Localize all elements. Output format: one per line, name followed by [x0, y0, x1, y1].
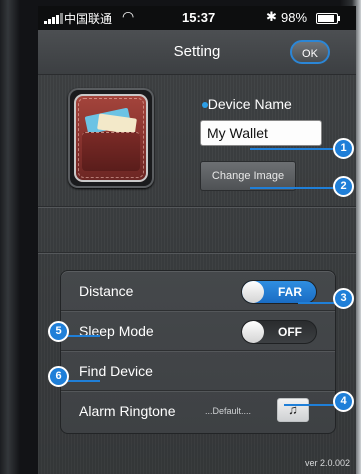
sleep-mode-value: OFF	[278, 325, 302, 339]
callout-badge-3: 3	[333, 288, 354, 309]
device-name-field[interactable]	[200, 120, 322, 146]
find-device-row[interactable]: Find Device	[61, 351, 335, 391]
find-device-label: Find Device	[79, 363, 153, 379]
device-name-label: Device Name	[207, 96, 292, 112]
section-divider	[38, 206, 356, 207]
battery-percent: 98%	[281, 10, 308, 25]
app-screen: 中国联通 ◠ 15:37 ✱ 98% Setting OK Device Nam…	[38, 6, 356, 474]
bluetooth-icon: ✱	[266, 9, 277, 24]
wallet-icon	[74, 94, 148, 182]
battery-icon	[316, 13, 340, 24]
distance-row: Distance FAR	[61, 271, 335, 311]
settings-panel: Distance FAR Sleep Mode OFF Find Device	[60, 270, 336, 434]
sleep-mode-row: Sleep Mode OFF	[61, 311, 335, 351]
distance-toggle[interactable]: FAR	[241, 280, 317, 304]
callout-line-4	[284, 404, 340, 406]
callout-badge-1: 1	[333, 138, 354, 159]
nav-bar: Setting OK	[38, 30, 356, 75]
toggle-knob	[242, 321, 264, 343]
ringtone-value: ...Default....	[205, 406, 252, 416]
sleep-mode-toggle[interactable]: OFF	[241, 320, 317, 344]
status-bar: 中国联通 ◠ 15:37 ✱ 98%	[38, 6, 356, 30]
status-time: 15:37	[182, 10, 216, 25]
phone-frame: 中国联通 ◠ 15:37 ✱ 98% Setting OK Device Nam…	[0, 0, 361, 474]
section-divider	[38, 252, 356, 253]
callout-badge-6: 6	[48, 366, 69, 387]
alarm-ringtone-row: Alarm Ringtone ...Default.... ♫	[61, 391, 335, 431]
ringtone-picker-button[interactable]: ♫	[277, 398, 309, 422]
carrier-name: 中国联通	[64, 12, 113, 26]
callout-badge-2: 2	[333, 176, 354, 197]
wifi-icon: ◠	[122, 8, 135, 24]
version-label: ver 2.0.002	[304, 458, 350, 468]
alarm-ringtone-label: Alarm Ringtone	[79, 403, 176, 419]
callout-badge-4: 4	[333, 391, 354, 412]
device-image[interactable]	[68, 88, 154, 188]
callout-line-1	[250, 148, 346, 150]
distance-value: FAR	[278, 285, 302, 299]
callout-badge-5: 5	[48, 321, 69, 342]
ok-button[interactable]: OK	[290, 40, 330, 64]
distance-label: Distance	[79, 283, 134, 299]
toggle-knob	[242, 281, 264, 303]
callout-line-2	[250, 187, 346, 189]
